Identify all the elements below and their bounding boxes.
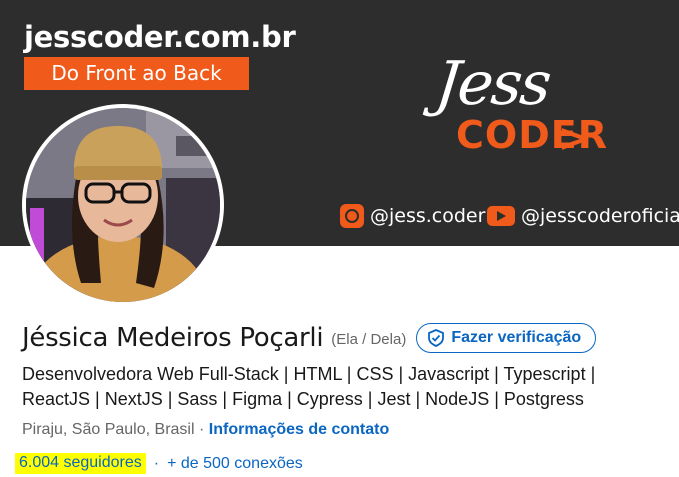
profile-location: Piraju, São Paulo, Brasil [22, 421, 195, 438]
youtube-handle: @jesscoderoficial [487, 202, 679, 230]
banner-tagline: Do Front ao Back [24, 57, 249, 90]
contact-info-link[interactable]: Informações de contato [209, 421, 389, 438]
youtube-handle-text: @jesscoderoficial [521, 205, 679, 227]
connections-separator: · [153, 454, 160, 472]
location-separator: · [198, 421, 205, 438]
connections-link[interactable]: + de 500 conexões [167, 455, 303, 473]
jess-coder-logo: Jess CODER > [416, 49, 616, 172]
profile-name: Jéssica Medeiros Poçarli [22, 323, 324, 353]
youtube-icon [487, 206, 515, 226]
logo-chevron: > [558, 116, 590, 160]
location-row: Piraju, São Paulo, Brasil · Informações … [22, 421, 389, 439]
profile-avatar[interactable] [22, 104, 224, 306]
shield-check-icon [428, 329, 445, 347]
instagram-handle: @jess.coder [340, 202, 485, 230]
logo-jess-text: Jess [432, 49, 553, 119]
followers-count[interactable]: 6.004 seguidores [15, 453, 146, 474]
verify-button-label: Fazer verificação [451, 329, 582, 346]
verify-button[interactable]: Fazer verificação [416, 323, 597, 353]
instagram-icon [340, 204, 364, 228]
network-stats: 6.004 seguidores · + de 500 conexões [15, 453, 303, 474]
banner-site-url: jesscoder.com.br [24, 20, 296, 54]
profile-headline: Desenvolvedora Web Full-Stack | HTML | C… [22, 364, 596, 409]
avatar-illustration [26, 108, 220, 302]
profile-pronouns: (Ela / Dela) [331, 331, 407, 348]
avatar-photo [26, 108, 220, 302]
instagram-handle-text: @jess.coder [370, 205, 486, 227]
profile-name-row: Jéssica Medeiros Poçarli (Ela / Dela) Fa… [22, 323, 597, 353]
